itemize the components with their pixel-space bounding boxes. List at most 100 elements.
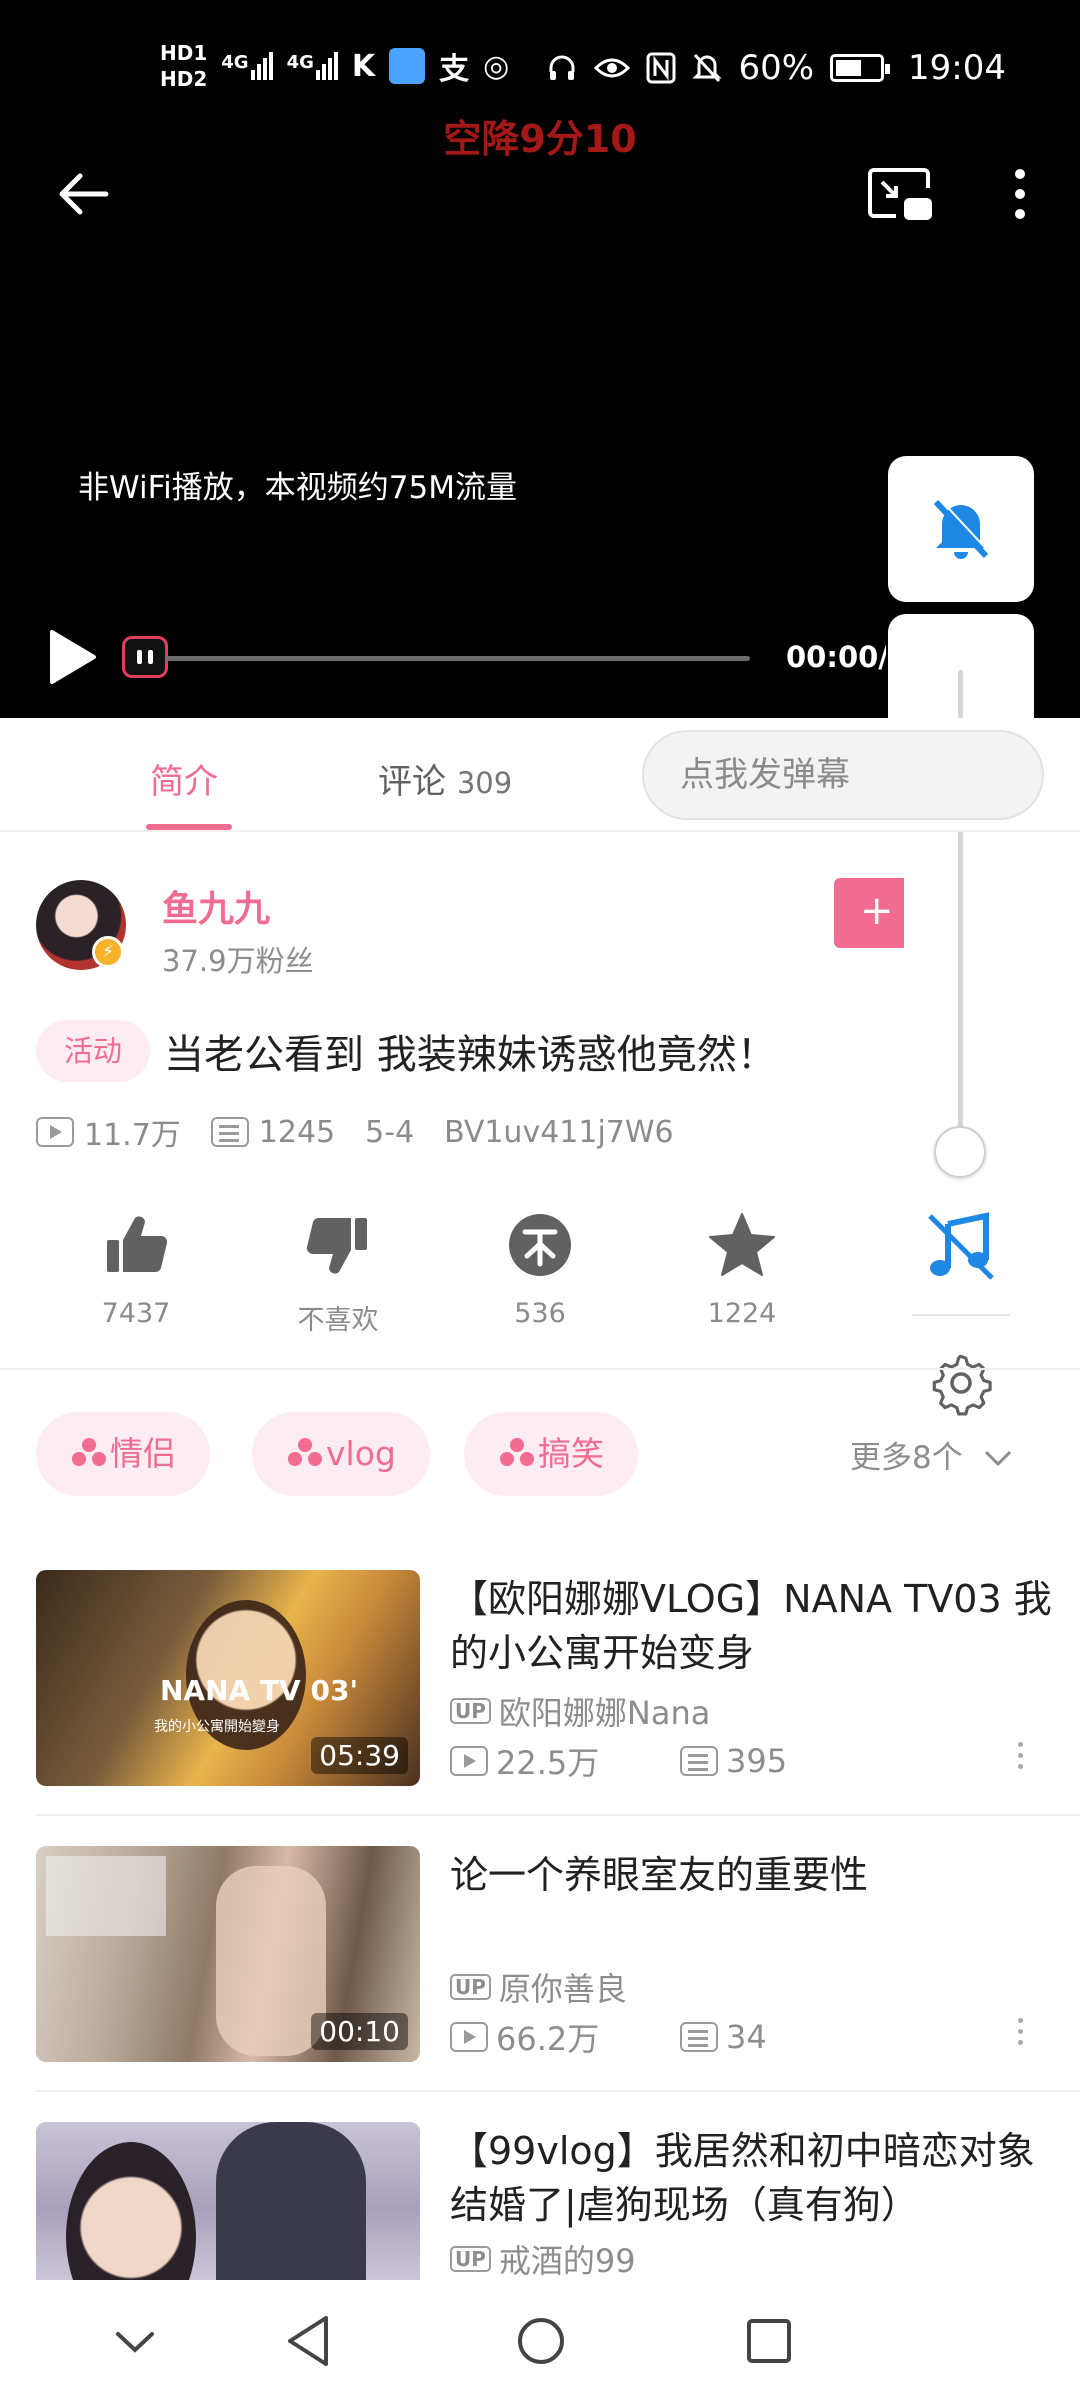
- bell-off-icon: [933, 498, 991, 559]
- rec-danmaku: 395: [726, 1742, 788, 1780]
- square-recents-icon: [747, 2319, 791, 2363]
- dislike-label: 不喜欢: [297, 1305, 379, 1336]
- thumbnail-face: [66, 2142, 196, 2280]
- more-tags-label: 更多8个: [850, 1440, 963, 1476]
- thumbnail-figure: [216, 1866, 326, 2056]
- rec-title: 【99vlog】我居然和初中暗恋对象结婚了|虐狗现场（真有狗）: [450, 2129, 1035, 2227]
- danmaku-count-icon: [680, 1746, 718, 1776]
- publish-date: 5-4: [365, 1114, 415, 1150]
- comment-count: 309: [456, 766, 513, 800]
- rec-views: 22.5万: [496, 1744, 600, 1782]
- sound-settings-button[interactable]: [928, 1350, 994, 1416]
- coin-icon: [509, 1214, 571, 1276]
- topic-icon: [72, 1438, 106, 1468]
- item-more-icon[interactable]: [1014, 2018, 1026, 2054]
- more-options-button[interactable]: [1000, 162, 1040, 226]
- rec-title: 论一个养眼室友的重要性: [450, 1853, 869, 1897]
- play-icon: [50, 630, 96, 684]
- follow-button[interactable]: +: [834, 878, 904, 948]
- thumbnail-shelf: [46, 1856, 166, 1936]
- section-divider: [0, 1368, 1080, 1370]
- battery-percent: 60%: [738, 48, 815, 88]
- favorite-button[interactable]: 1224: [662, 1210, 822, 1329]
- danmaku-input[interactable]: 点我发弹幕: [642, 730, 1044, 820]
- tag-chip[interactable]: 搞笑: [464, 1412, 638, 1496]
- status-right: 60% 19:04: [546, 46, 1006, 90]
- nav-recents-button[interactable]: [734, 2306, 804, 2376]
- thumbnail-figure: [216, 2122, 366, 2280]
- up-badge-icon: UP: [450, 2246, 491, 2272]
- rec-up-name: 戒酒的99: [498, 2242, 636, 2280]
- video-player[interactable]: HD1 HD2 4G 4G K 支 ◎ 60% 19:04 空降9分10 非Wi…: [0, 0, 1080, 718]
- tag-chip[interactable]: 情侣: [36, 1412, 210, 1496]
- list-divider: [36, 2090, 1080, 2092]
- back-button[interactable]: [52, 162, 116, 226]
- tab-comments-label: 评论: [378, 762, 446, 802]
- nav-back-button[interactable]: [274, 2306, 344, 2376]
- like-count: 7437: [101, 1298, 171, 1329]
- video-thumbnail: 00:10: [36, 1846, 420, 2062]
- rec-uploader: UP 欧阳娜娜Nana: [450, 1688, 710, 1734]
- mobile-data-tip: 非WiFi播放，本视频约75M流量: [78, 470, 517, 506]
- cast-screen-icon: [868, 168, 932, 220]
- clock: 19:04: [908, 48, 1006, 88]
- up-badge-icon: UP: [450, 1974, 491, 2000]
- rec-uploader: UP 戒酒的99: [450, 2236, 636, 2280]
- play-count-icon: [36, 1117, 74, 1147]
- rec-title: 【欧阳娜娜VLOG】NANA TV03 我的小公寓开始变身: [450, 1577, 1052, 1675]
- rec-views: 66.2万: [496, 2020, 600, 2058]
- rec-up-name: 原你善良: [498, 1970, 627, 2008]
- danmaku-count-icon: [680, 2022, 718, 2052]
- play-count-icon: [450, 2022, 488, 2052]
- item-more-icon[interactable]: [1014, 1742, 1026, 1778]
- star-icon: [709, 1213, 775, 1276]
- rec-danmaku: 34: [726, 2018, 767, 2056]
- net1-label: 4G: [221, 52, 249, 73]
- app-icon: [389, 48, 426, 84]
- more-tags-button[interactable]: 更多8个: [850, 1432, 1013, 1477]
- video-thumbnail: [36, 2122, 420, 2280]
- chevron-down-icon: [984, 1450, 1011, 1467]
- cast-button[interactable]: [866, 166, 936, 226]
- list-item[interactable]: NANA TV 03' 我的小公寓開始變身 05:39 【欧阳娜娜VLOG】NA…: [36, 1570, 1080, 1788]
- danmaku-count-icon: [210, 1117, 249, 1147]
- coin-button[interactable]: 536: [460, 1210, 620, 1329]
- arrow-left-icon: [59, 173, 109, 215]
- mute-notifications-button[interactable]: [888, 456, 1034, 602]
- tab-intro[interactable]: 简介: [150, 754, 218, 803]
- uploader-name[interactable]: 鱼九九: [162, 880, 270, 932]
- progress-bar[interactable]: [166, 656, 750, 661]
- list-item[interactable]: 00:10 论一个养眼室友的重要性 UP 原你善良 66.2万 34: [36, 1846, 1080, 2064]
- video-duration: 00:10: [311, 2013, 408, 2050]
- danmaku-toggle[interactable]: [122, 636, 168, 678]
- signal-icon-2: 4G: [287, 52, 338, 80]
- eye-icon: [594, 55, 631, 81]
- battery-icon: [830, 54, 891, 82]
- rec-stats: 66.2万 34: [450, 2014, 767, 2060]
- panel-divider: [912, 1314, 1010, 1316]
- activity-tag[interactable]: 活动: [36, 1020, 150, 1082]
- airdrop-jump-hint[interactable]: 空降9分10: [0, 108, 1080, 163]
- dislike-button[interactable]: 不喜欢: [258, 1210, 418, 1337]
- k-app-icon: K: [351, 48, 376, 84]
- tab-comments[interactable]: 评论 309: [378, 754, 512, 803]
- hd-indicator: HD1 HD2: [160, 40, 207, 92]
- like-button[interactable]: 7437: [56, 1210, 216, 1329]
- verified-badge-icon: ⚡: [92, 936, 124, 968]
- rec-up-name: 欧阳娜娜Nana: [498, 1694, 711, 1732]
- tab-bar: 简介 评论 309 点我发弹幕: [0, 718, 1080, 832]
- list-item[interactable]: 【99vlog】我居然和初中暗恋对象结婚了|虐狗现场（真有狗） UP 戒酒的99: [36, 2122, 1080, 2280]
- chevron-down-icon: [116, 2332, 154, 2353]
- view-count: 11.7万: [84, 1118, 181, 1153]
- video-duration: 05:39: [311, 1737, 408, 1774]
- hide-nav-button[interactable]: [100, 2306, 170, 2376]
- media-volume-button[interactable]: [924, 1210, 998, 1284]
- tag-chip[interactable]: vlog: [252, 1412, 430, 1496]
- coin-count: 536: [514, 1298, 566, 1329]
- tag-label: vlog: [326, 1434, 396, 1473]
- volume-slider-knob[interactable]: [934, 1126, 986, 1178]
- play-button[interactable]: [42, 628, 100, 686]
- nav-home-button[interactable]: [506, 2306, 576, 2376]
- video-thumbnail: NANA TV 03' 我的小公寓開始變身 05:39: [36, 1570, 420, 1786]
- circle-home-icon: [518, 2318, 564, 2364]
